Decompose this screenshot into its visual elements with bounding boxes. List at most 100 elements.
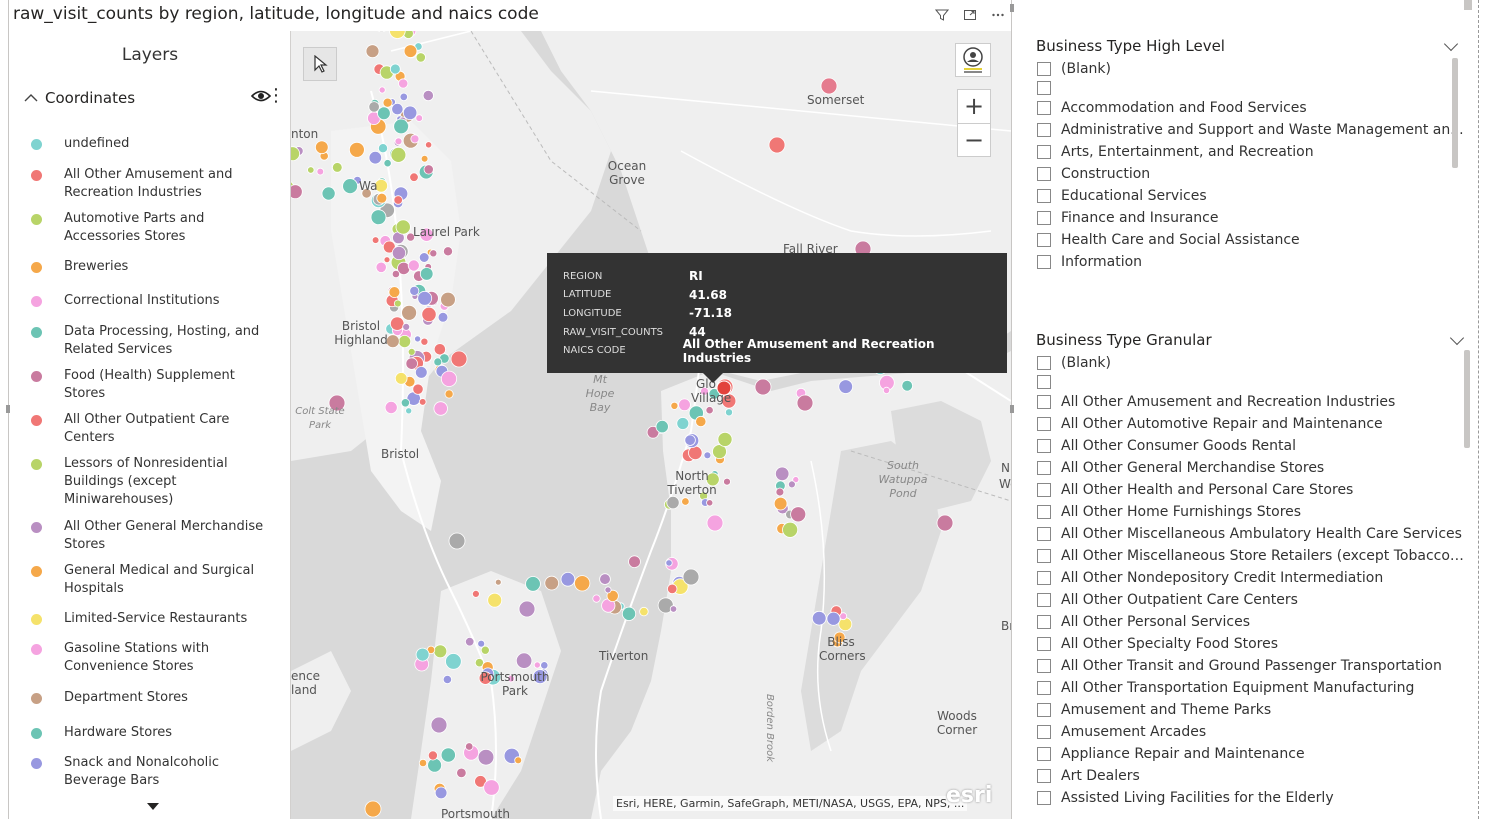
map-point[interactable] [706, 514, 724, 532]
checkbox[interactable] [1037, 549, 1051, 563]
map-point[interactable] [442, 674, 452, 685]
checkbox[interactable] [1037, 81, 1051, 95]
map-point[interactable] [391, 245, 407, 261]
map-point[interactable] [427, 750, 438, 761]
map-point[interactable] [450, 350, 468, 368]
map-point[interactable] [394, 372, 408, 385]
map-point[interactable] [407, 347, 416, 356]
map-point[interactable] [533, 661, 541, 669]
map-point[interactable] [390, 147, 407, 163]
checkbox[interactable] [1037, 527, 1051, 541]
slicer-option[interactable]: All Other Home Furnishings Stores [1036, 501, 1466, 523]
map-point[interactable] [414, 335, 422, 343]
map-point[interactable] [483, 779, 500, 796]
slicer-option[interactable]: Amusement Arcades [1036, 721, 1466, 743]
map-point[interactable] [487, 592, 503, 608]
legend-item[interactable]: Breweries [31, 258, 271, 276]
map-point[interactable] [440, 747, 456, 763]
checkbox[interactable] [1037, 439, 1051, 453]
slicer-header[interactable]: Business Type High Level [1036, 36, 1466, 56]
map-point[interactable] [703, 451, 712, 460]
checkbox[interactable] [1037, 747, 1051, 761]
map-point[interactable] [412, 383, 424, 395]
map-point[interactable] [796, 394, 814, 412]
map-point[interactable] [604, 586, 612, 594]
slicer-option[interactable]: Health Care and Social Assistance [1036, 229, 1466, 251]
map-point[interactable] [415, 647, 430, 662]
map-point[interactable] [393, 118, 409, 135]
legend-item[interactable]: Gasoline Stations with Convenience Store… [31, 640, 271, 676]
map-point[interactable] [599, 573, 611, 585]
map-point[interactable] [787, 480, 796, 489]
map-point[interactable] [418, 758, 428, 768]
slicer-option[interactable]: All Other General Merchandise Stores [1036, 457, 1466, 479]
map-point[interactable] [383, 256, 391, 264]
map-point[interactable] [307, 166, 315, 174]
map-point[interactable] [421, 306, 437, 322]
map-point[interactable] [445, 653, 462, 670]
map-point[interactable] [418, 398, 427, 406]
layer-group-coordinates[interactable]: Coordinates ⋮ [23, 87, 285, 109]
map-point[interactable] [402, 105, 418, 121]
esri-logo[interactable]: esri [946, 783, 992, 808]
legend-item[interactable]: Food (Health) Supplement Stores [31, 367, 271, 403]
map-point[interactable] [775, 466, 790, 482]
map-point[interactable] [316, 167, 325, 176]
map-point[interactable] [820, 77, 838, 95]
map-point[interactable] [398, 78, 409, 89]
checkbox[interactable] [1037, 505, 1051, 519]
slicer-option[interactable]: Finance and Insurance [1036, 207, 1466, 229]
map-point[interactable] [705, 406, 714, 415]
checkbox[interactable] [1037, 593, 1051, 607]
checkbox[interactable] [1037, 395, 1051, 409]
map-point[interactable] [838, 379, 853, 394]
slicer-option[interactable]: All Other Miscellaneous Ambulatory Healt… [1036, 523, 1466, 545]
map-point[interactable] [442, 246, 453, 257]
map-point[interactable] [314, 140, 329, 155]
map-point[interactable] [405, 357, 418, 370]
slicer-option[interactable]: All Other Personal Services [1036, 611, 1466, 633]
map-point[interactable] [402, 322, 411, 331]
map-point[interactable] [398, 334, 412, 348]
checkbox[interactable] [1037, 659, 1051, 673]
map-point[interactable] [592, 594, 601, 603]
slicer-option[interactable]: All Other Nondepository Credit Intermedi… [1036, 567, 1466, 589]
slicer-option[interactable]: Construction [1036, 163, 1466, 185]
checkbox[interactable] [1037, 791, 1051, 805]
scrollbar[interactable] [1452, 58, 1458, 168]
checkbox[interactable] [1037, 62, 1051, 76]
map-point[interactable] [936, 514, 954, 532]
select-tool-button[interactable] [303, 47, 337, 81]
legend-item[interactable]: undefined [31, 135, 271, 153]
legend-item[interactable]: Data Processing, Hosting, and Related Se… [31, 323, 271, 359]
slicer-option[interactable]: All Other Miscellaneous Store Retailers … [1036, 545, 1466, 567]
map-point[interactable] [826, 611, 841, 626]
map-point[interactable] [393, 299, 402, 308]
legend-item[interactable]: All Other Amusement and Recreation Indus… [31, 166, 271, 202]
user-layer-button[interactable] [955, 43, 991, 77]
map-point[interactable] [669, 605, 678, 613]
map-point[interactable] [754, 378, 772, 396]
slicer-option[interactable]: All Other Consumer Goods Rental [1036, 435, 1466, 457]
legend-item[interactable]: Lessors of Nonresidential Buildings (exc… [31, 455, 271, 509]
map-point[interactable] [391, 103, 404, 116]
scroll-down-arrow-icon[interactable] [147, 803, 159, 810]
checkbox[interactable] [1037, 211, 1051, 225]
map-point[interactable] [419, 267, 434, 281]
map-point[interactable] [628, 555, 641, 568]
resize-handle[interactable] [1010, 4, 1014, 12]
map-point[interactable] [670, 401, 679, 410]
map-point[interactable] [706, 499, 714, 507]
checkbox[interactable] [1037, 101, 1051, 115]
scrollbar-top[interactable] [1464, 0, 1472, 10]
legend-item[interactable]: Department Stores [31, 689, 271, 707]
slicer-option[interactable] [1036, 371, 1466, 393]
map-point[interactable] [422, 89, 434, 102]
checkbox[interactable] [1037, 375, 1051, 389]
map-point[interactable] [383, 159, 392, 168]
chevron-down-icon[interactable] [1449, 330, 1465, 346]
map-point[interactable] [437, 311, 449, 323]
map-point[interactable] [405, 407, 413, 415]
map-point[interactable] [389, 63, 401, 75]
map-point[interactable] [775, 487, 785, 497]
